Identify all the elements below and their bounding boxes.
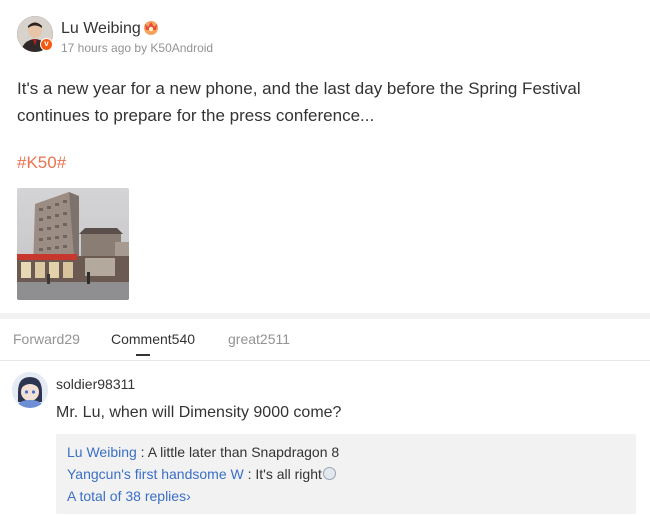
reply-separator: : <box>243 466 256 482</box>
post-time-source: 17 hours ago by K50Android <box>61 41 214 55</box>
post-photo[interactable] <box>17 188 129 300</box>
post-text: It's a new year for a new phone, and the… <box>17 75 627 129</box>
tab-great[interactable]: great2511 <box>228 331 290 347</box>
reply-item: Lu Weibing : A little later than Snapdra… <box>67 444 339 460</box>
active-tab-indicator <box>136 354 150 356</box>
reply-text: It's all right <box>255 466 322 482</box>
tab-forward[interactable]: Forward29 <box>13 331 80 347</box>
reply-text: A little later than Snapdragon 8 <box>147 444 340 460</box>
commenter-name[interactable]: soldier98311 <box>56 376 135 392</box>
street-building-photo <box>17 188 129 300</box>
comment-text: Mr. Lu, when will Dimensity 9000 come? <box>56 404 342 421</box>
hashtag-link[interactable]: #K50# <box>17 153 66 173</box>
vip-crown-icon[interactable] <box>141 18 161 36</box>
weibo-post-page: v Lu Weibing 17 hours ago by K50Android … <box>0 0 650 515</box>
reply-author-link[interactable]: Yangcun's first handsome W <box>67 466 244 482</box>
replies-box: Lu Weibing : A little later than Snapdra… <box>56 434 636 514</box>
tabs-divider <box>0 360 650 361</box>
reply-item: Yangcun's first handsome W : It's all ri… <box>67 466 336 482</box>
reply-author-link[interactable]: Lu Weibing <box>67 444 137 460</box>
emoji-icon <box>322 467 336 480</box>
verified-badge-icon: v <box>40 38 53 51</box>
post-text-line: continues to prepare for the press confe… <box>17 106 375 125</box>
chevron-right-icon: › <box>186 488 191 504</box>
author-name[interactable]: Lu Weibing <box>61 20 141 38</box>
total-replies-label: A total of 38 replies <box>67 488 187 504</box>
reply-separator: : <box>136 444 148 460</box>
post-text-line: It's a new year for a new phone, and the… <box>17 79 581 98</box>
post-card: v Lu Weibing 17 hours ago by K50Android … <box>0 0 650 313</box>
view-all-replies-link[interactable]: A total of 38 replies› <box>67 488 191 504</box>
action-tabs: Forward29 Comment540 great2511 <box>0 319 650 361</box>
tab-comment[interactable]: Comment540 <box>111 331 195 347</box>
commenter-avatar-image <box>12 372 48 408</box>
commenter-avatar[interactable] <box>12 372 48 408</box>
